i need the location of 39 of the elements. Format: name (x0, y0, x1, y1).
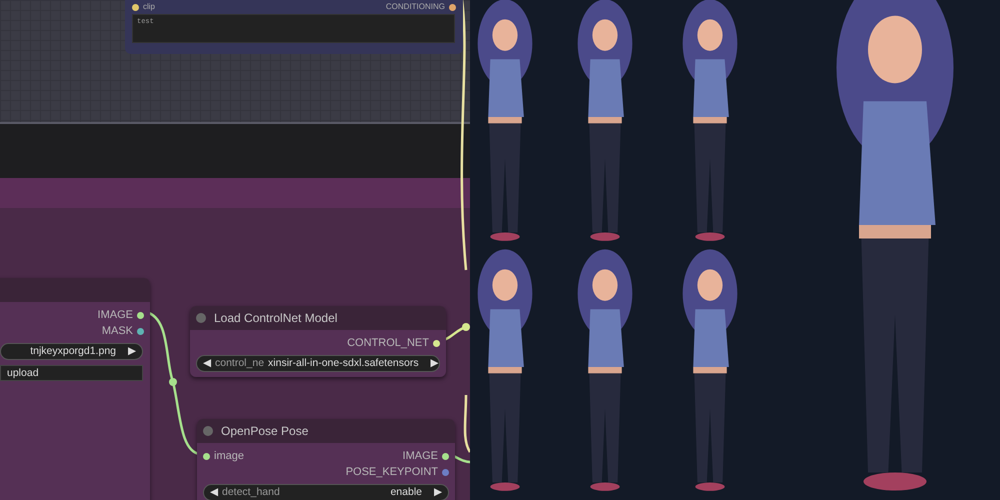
output-dot[interactable] (442, 452, 449, 460)
collapse-dot[interactable] (196, 313, 206, 323)
output-dot[interactable] (449, 4, 456, 10)
output-label: CONTROL_NET (347, 336, 429, 351)
widget-value: tnjkeyxporgd1.png (30, 344, 116, 359)
node-title: OpenPose Pose (221, 423, 308, 440)
widget-label: control_ne (215, 356, 264, 371)
output-dot[interactable] (433, 340, 440, 346)
output-dot[interactable] (137, 312, 144, 318)
output-label: POSE_KEYPOINT (346, 464, 438, 480)
collapse-dot[interactable] (203, 426, 213, 436)
reroute-dot[interactable] (169, 378, 177, 386)
right-arrow: ▶ (434, 484, 442, 500)
input-dot[interactable] (203, 452, 210, 460)
left-arrow: ◀ (210, 484, 218, 500)
input-dot[interactable] (132, 4, 139, 10)
left-arrow: ◀ (203, 356, 211, 371)
input-label: clip (143, 1, 156, 13)
dropdown-widget[interactable]: tnjkeyxporgd1.png ▶ (0, 343, 143, 360)
dropdown-widget[interactable]: ◀ control_ne xinsir-all-in-one-sdxl.safetensors ▶ (196, 355, 440, 372)
upload-button[interactable]: upload (0, 365, 143, 381)
dropdown-widget[interactable]: ◀ detect_hand enable ▶ (203, 484, 449, 500)
node-header[interactable]: Load ControlNet Model (190, 306, 446, 330)
right-arrow: ▶ (430, 356, 439, 371)
reroute-dot[interactable] (462, 323, 470, 331)
output-label: IMAGE (402, 448, 438, 464)
widget-value: xinsir-all-in-one-sdxl.safetensors (268, 356, 419, 371)
output-dot[interactable] (442, 468, 449, 476)
widget-label: detect_hand (222, 484, 280, 500)
output-label: MASK (102, 324, 133, 339)
input-label: image (214, 448, 244, 464)
output-dot[interactable] (137, 328, 144, 334)
right-arrow: ▶ (128, 344, 136, 359)
output-label: CONDITIONING (386, 1, 445, 13)
node-title: Load ControlNet Model (214, 310, 338, 327)
node-header[interactable] (0, 278, 150, 302)
output-label: IMAGE (98, 308, 133, 323)
widget-value: enable (390, 484, 422, 500)
node-header[interactable]: OpenPose Pose (197, 419, 455, 443)
